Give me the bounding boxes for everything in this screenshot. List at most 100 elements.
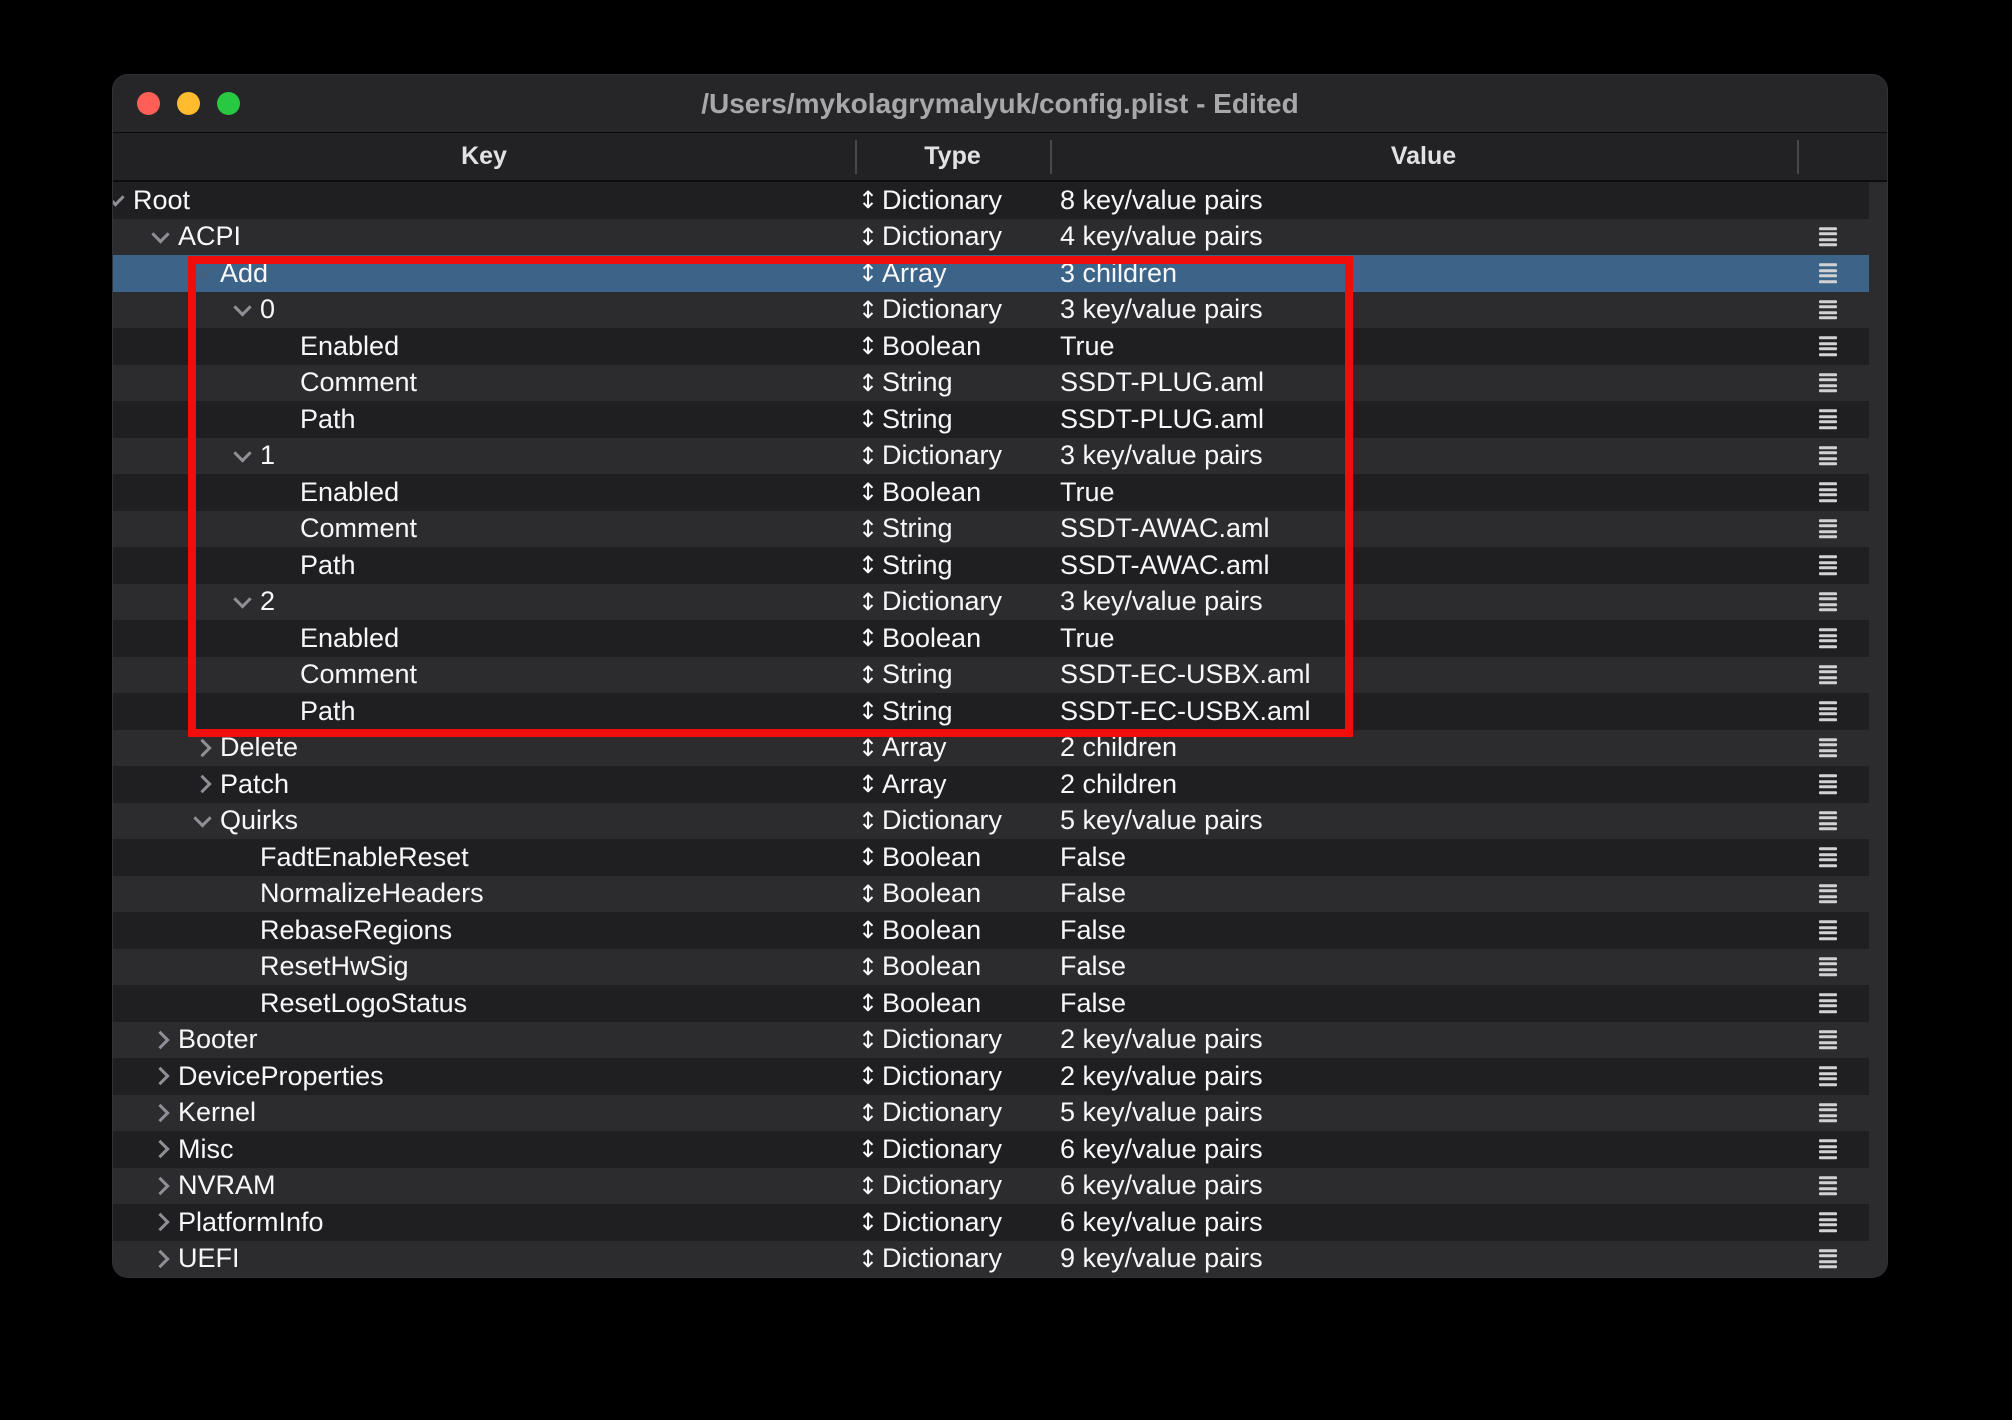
row-type[interactable]: Boolean — [882, 328, 981, 365]
type-stepper-icon[interactable]: ↕ — [855, 657, 881, 694]
type-stepper-icon[interactable]: ↕ — [855, 839, 881, 876]
plist-row-quirks[interactable]: Quirks↕Dictionary5 key/value pairs — [113, 803, 1869, 840]
row-key[interactable]: NVRAM — [178, 1168, 276, 1205]
type-stepper-icon[interactable]: ↕ — [855, 438, 881, 475]
chevron-down-icon[interactable] — [151, 225, 169, 243]
row-key[interactable]: Path — [300, 401, 356, 438]
row-menu-icon[interactable] — [1819, 1176, 1837, 1196]
row-key[interactable]: Patch — [220, 766, 289, 803]
row-value[interactable]: True — [1060, 474, 1115, 511]
type-stepper-icon[interactable]: ↕ — [855, 766, 881, 803]
chevron-down-icon[interactable] — [233, 444, 251, 462]
row-value[interactable]: 9 key/value pairs — [1060, 1241, 1263, 1278]
type-stepper-icon[interactable]: ↕ — [855, 547, 881, 584]
row-key[interactable]: Comment — [300, 511, 417, 548]
row-value[interactable]: 4 key/value pairs — [1060, 219, 1263, 256]
type-stepper-icon[interactable]: ↕ — [855, 620, 881, 657]
plist-row-enabled[interactable]: Enabled↕BooleanTrue — [113, 474, 1869, 511]
plist-row-root[interactable]: Root↕Dictionary8 key/value pairs — [113, 182, 1869, 219]
row-value[interactable]: SSDT-EC-USBX.aml — [1060, 693, 1311, 730]
type-stepper-icon[interactable]: ↕ — [855, 693, 881, 730]
row-value[interactable]: SSDT-PLUG.aml — [1060, 401, 1264, 438]
row-value[interactable]: SSDT-EC-USBX.aml — [1060, 657, 1311, 694]
row-menu-icon[interactable] — [1819, 665, 1837, 685]
chevron-down-icon[interactable] — [113, 188, 125, 206]
row-key[interactable]: DeviceProperties — [178, 1058, 384, 1095]
plist-row-resetlogostatus[interactable]: ResetLogoStatus↕BooleanFalse — [113, 985, 1869, 1022]
row-value[interactable]: 3 key/value pairs — [1060, 438, 1263, 475]
row-value[interactable]: 5 key/value pairs — [1060, 1095, 1263, 1132]
row-value[interactable]: 6 key/value pairs — [1060, 1204, 1263, 1241]
row-type[interactable]: Dictionary — [882, 1168, 1002, 1205]
row-type[interactable]: Array — [882, 766, 947, 803]
type-stepper-icon[interactable]: ↕ — [855, 328, 881, 365]
plist-row-patch[interactable]: Patch↕Array2 children — [113, 766, 1869, 803]
plist-row-resethwsig[interactable]: ResetHwSig↕BooleanFalse — [113, 949, 1869, 986]
type-stepper-icon[interactable]: ↕ — [855, 730, 881, 767]
chevron-down-icon[interactable] — [233, 298, 251, 316]
plist-row-acpi[interactable]: ACPI↕Dictionary4 key/value pairs — [113, 219, 1869, 256]
row-key[interactable]: Quirks — [220, 803, 298, 840]
row-value[interactable]: False — [1060, 985, 1126, 1022]
plist-row-normalizeheaders[interactable]: NormalizeHeaders↕BooleanFalse — [113, 876, 1869, 913]
row-menu-icon[interactable] — [1819, 556, 1837, 576]
column-divider[interactable] — [855, 140, 857, 174]
plist-row-comment[interactable]: Comment↕StringSSDT-EC-USBX.aml — [113, 657, 1869, 694]
row-type[interactable]: String — [882, 693, 953, 730]
row-menu-icon[interactable] — [1819, 227, 1837, 247]
type-stepper-icon[interactable]: ↕ — [855, 365, 881, 402]
row-type[interactable]: Dictionary — [882, 219, 1002, 256]
row-value[interactable]: 2 key/value pairs — [1060, 1058, 1263, 1095]
row-value[interactable]: 3 children — [1060, 255, 1177, 292]
row-menu-icon[interactable] — [1819, 337, 1837, 357]
row-menu-icon[interactable] — [1819, 1213, 1837, 1233]
type-stepper-icon[interactable]: ↕ — [855, 876, 881, 913]
chevron-right-icon[interactable] — [193, 739, 211, 757]
row-type[interactable]: String — [882, 401, 953, 438]
row-menu-icon[interactable] — [1819, 775, 1837, 795]
row-key[interactable]: 1 — [260, 438, 275, 475]
row-key[interactable]: 0 — [260, 292, 275, 329]
type-stepper-icon[interactable]: ↕ — [855, 949, 881, 986]
row-key[interactable]: Enabled — [300, 620, 399, 657]
row-type[interactable]: Boolean — [882, 912, 981, 949]
row-type[interactable]: String — [882, 511, 953, 548]
row-menu-icon[interactable] — [1819, 848, 1837, 868]
row-value[interactable]: 5 key/value pairs — [1060, 803, 1263, 840]
plist-row-comment[interactable]: Comment↕StringSSDT-AWAC.aml — [113, 511, 1869, 548]
chevron-right-icon[interactable] — [151, 1213, 169, 1231]
row-value[interactable]: SSDT-AWAC.aml — [1060, 511, 1270, 548]
type-stepper-icon[interactable]: ↕ — [855, 1131, 881, 1168]
type-stepper-icon[interactable]: ↕ — [855, 803, 881, 840]
row-value[interactable]: True — [1060, 620, 1115, 657]
row-value[interactable]: SSDT-PLUG.aml — [1060, 365, 1264, 402]
row-value[interactable]: 3 key/value pairs — [1060, 584, 1263, 621]
chevron-down-icon[interactable] — [233, 590, 251, 608]
type-stepper-icon[interactable]: ↕ — [855, 1022, 881, 1059]
row-type[interactable]: Dictionary — [882, 1022, 1002, 1059]
row-type[interactable]: Dictionary — [882, 292, 1002, 329]
type-stepper-icon[interactable]: ↕ — [855, 912, 881, 949]
row-type[interactable]: Dictionary — [882, 182, 1002, 219]
row-menu-icon[interactable] — [1819, 592, 1837, 612]
plist-row-nvram[interactable]: NVRAM↕Dictionary6 key/value pairs — [113, 1168, 1869, 1205]
row-key[interactable]: Add — [220, 255, 268, 292]
type-stepper-icon[interactable]: ↕ — [855, 292, 881, 329]
row-menu-icon[interactable] — [1819, 483, 1837, 503]
row-type[interactable]: Boolean — [882, 985, 981, 1022]
row-type[interactable]: Dictionary — [882, 1095, 1002, 1132]
row-key[interactable]: ResetHwSig — [260, 949, 409, 986]
row-type[interactable]: Dictionary — [882, 1241, 1002, 1278]
row-type[interactable]: Boolean — [882, 474, 981, 511]
row-key[interactable]: NormalizeHeaders — [260, 876, 484, 913]
row-value[interactable]: False — [1060, 949, 1126, 986]
row-type[interactable]: Boolean — [882, 839, 981, 876]
plist-row-1[interactable]: 1↕Dictionary3 key/value pairs — [113, 438, 1869, 475]
row-key[interactable]: Booter — [178, 1022, 258, 1059]
plist-row-kernel[interactable]: Kernel↕Dictionary5 key/value pairs — [113, 1095, 1869, 1132]
row-key[interactable]: 2 — [260, 584, 275, 621]
row-key[interactable]: RebaseRegions — [260, 912, 452, 949]
row-menu-icon[interactable] — [1819, 373, 1837, 393]
type-stepper-icon[interactable]: ↕ — [855, 985, 881, 1022]
row-key[interactable]: Delete — [220, 730, 298, 767]
